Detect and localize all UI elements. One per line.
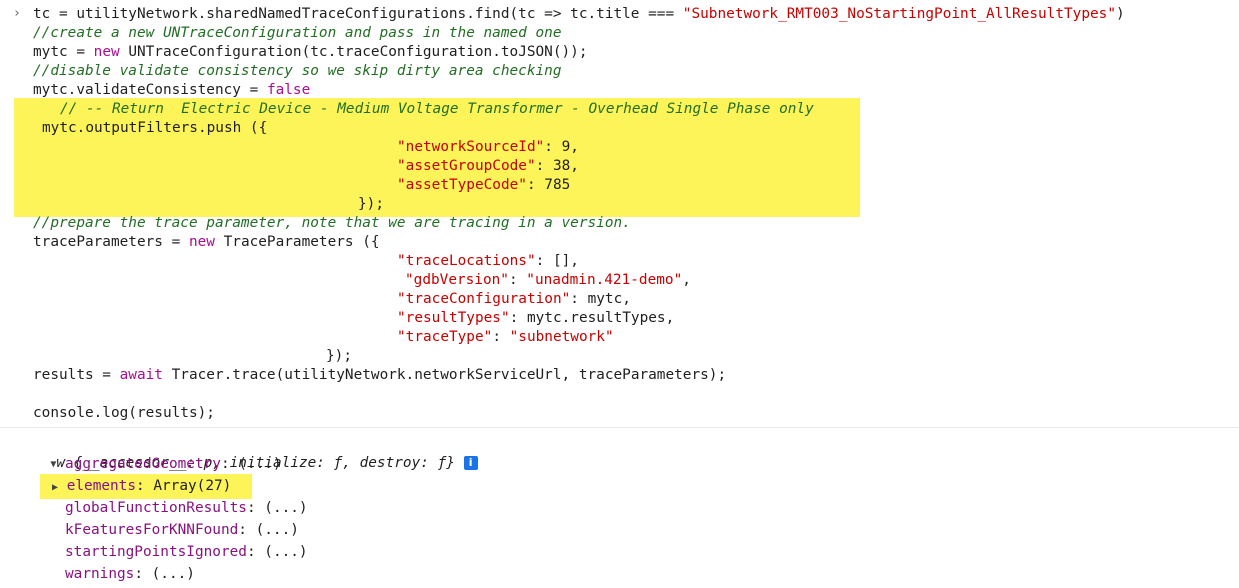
property-row[interactable]: globalFunctionResults: (...) xyxy=(65,497,308,519)
property-row[interactable]: startingPointsIgnored: (...) xyxy=(65,541,308,563)
console-divider xyxy=(0,427,1239,428)
code-line-21: console.log(results); xyxy=(33,405,215,421)
collapsed-triangle-icon[interactable]: ▶ xyxy=(52,477,58,499)
code-line-7: mytc.outputFilters.push ({ xyxy=(42,120,268,136)
property-row[interactable]: warnings: (...) xyxy=(65,563,195,585)
code-line-10: "assetTypeCode": 785 xyxy=(397,177,571,193)
code-line-2: //create a new UNTraceConfiguration and … xyxy=(33,25,562,41)
code-line-13: traceParameters = new TraceParameters ({ xyxy=(33,234,380,250)
code-line-1: tc = utilityNetwork.sharedNamedTraceConf… xyxy=(33,6,1125,22)
code-line-14: "traceLocations": [], xyxy=(397,253,579,269)
code-line-3: mytc = new UNTraceConfiguration(tc.trace… xyxy=(33,44,588,60)
code-line-8: "networkSourceId": 9, xyxy=(397,139,579,155)
code-line-9: "assetGroupCode": 38, xyxy=(397,158,579,174)
info-icon[interactable]: i xyxy=(463,456,478,470)
code-line-11: }); xyxy=(358,196,384,212)
code-line-15: "gdbVersion": "unadmin.421-demo", xyxy=(405,272,691,288)
code-line-20: results = await Tracer.trace(utilityNetw… xyxy=(33,367,727,383)
code-line-16: "traceConfiguration": mytc, xyxy=(397,291,631,307)
code-line-12: //prepare the trace parameter, note that… xyxy=(33,215,631,231)
code-line-17: "resultTypes": mytc.resultTypes, xyxy=(397,310,675,326)
property-row[interactable]: aggregatedGeometry: (...) xyxy=(65,453,282,475)
code-line-19: }); xyxy=(326,348,352,364)
code-line-6: // -- Return Electric Device - Medium Vo… xyxy=(60,101,814,117)
property-row[interactable]: kFeaturesForKNNFound: (...) xyxy=(65,519,299,541)
prompt-chevron-icon: › xyxy=(13,6,21,21)
code-line-5: mytc.validateConsistency = false xyxy=(33,82,311,98)
property-row-elements[interactable]: ▶ elements: Array(27) xyxy=(52,475,231,499)
code-line-18: "traceType": "subnetwork" xyxy=(397,329,614,345)
code-line-4: //disable validate consistency so we ski… xyxy=(33,63,562,79)
